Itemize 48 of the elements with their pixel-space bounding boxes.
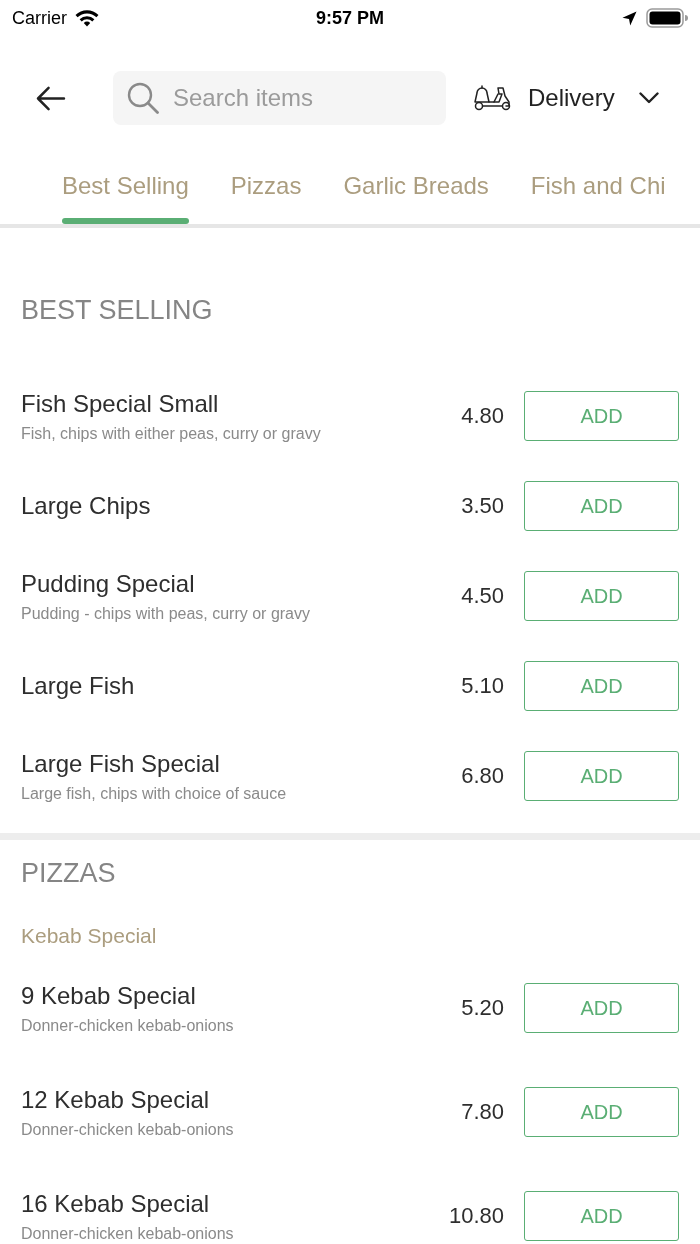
- section-heading: BEST SELLING: [20, 294, 214, 327]
- item-price: 3.50: [461, 492, 504, 520]
- section-heading: PIZZAS: [20, 857, 117, 890]
- add-button[interactable]: ADD: [524, 1191, 679, 1241]
- add-button[interactable]: ADD: [524, 1087, 679, 1137]
- back-arrow-icon: [34, 85, 66, 111]
- add-button[interactable]: ADD: [524, 481, 679, 531]
- add-button[interactable]: ADD: [524, 983, 679, 1033]
- item-description: Fish, chips with either peas, curry or gravy: [21, 423, 322, 444]
- item-price: 10.80: [448, 1202, 504, 1230]
- item-description: Donner-chicken kebab-onions: [21, 1119, 235, 1140]
- location-arrow-icon: [622, 10, 637, 26]
- status-time: 9:57 PM: [316, 7, 384, 29]
- item-name: 16 Kebab Special: [21, 1188, 211, 1219]
- item-name: Large Fish: [21, 671, 136, 701]
- item-name: Fish Special Small: [21, 388, 220, 419]
- item-price: 4.80: [461, 402, 504, 430]
- category-tab[interactable]: Pizzas: [219, 171, 313, 224]
- battery-icon: [646, 8, 688, 28]
- item-price: 6.80: [461, 762, 504, 790]
- item-price: 7.80: [461, 1098, 504, 1126]
- scooter-icon: [473, 84, 513, 112]
- group-heading: Kebab Special: [20, 923, 158, 949]
- search-icon: [127, 82, 159, 114]
- item-price: 5.10: [461, 672, 504, 700]
- add-button[interactable]: ADD: [524, 661, 679, 711]
- item-description: Donner-chicken kebab-onions: [21, 1015, 235, 1036]
- item-name: Large Fish Special: [21, 748, 221, 779]
- add-button[interactable]: ADD: [524, 751, 679, 801]
- item-name: Pudding Special: [21, 568, 196, 599]
- search-field[interactable]: Search items: [113, 71, 446, 125]
- carrier-name: Carrier: [12, 7, 67, 29]
- item-price: 4.50: [461, 582, 504, 610]
- chevron-down-icon: [638, 92, 659, 104]
- wifi-icon: [75, 9, 99, 27]
- item-description: Donner-chicken kebab-onions: [21, 1223, 235, 1244]
- category-tab[interactable]: Garlic Breads: [332, 171, 500, 224]
- item-description: Pudding - chips with peas, curry or gravy: [21, 603, 311, 624]
- add-button[interactable]: ADD: [524, 571, 679, 621]
- category-tab[interactable]: Fish and Chi: [519, 171, 677, 224]
- add-button[interactable]: ADD: [524, 391, 679, 441]
- item-description: Large fish, chips with choice of sauce: [21, 783, 288, 804]
- item-name: 9 Kebab Special: [21, 980, 197, 1011]
- delivery-dropdown[interactable]: Delivery: [473, 76, 659, 120]
- category-tab[interactable]: Best Selling: [51, 171, 200, 224]
- item-price: 5.20: [461, 994, 504, 1022]
- item-name: 12 Kebab Special: [21, 1084, 211, 1115]
- item-name: Large Chips: [21, 491, 152, 521]
